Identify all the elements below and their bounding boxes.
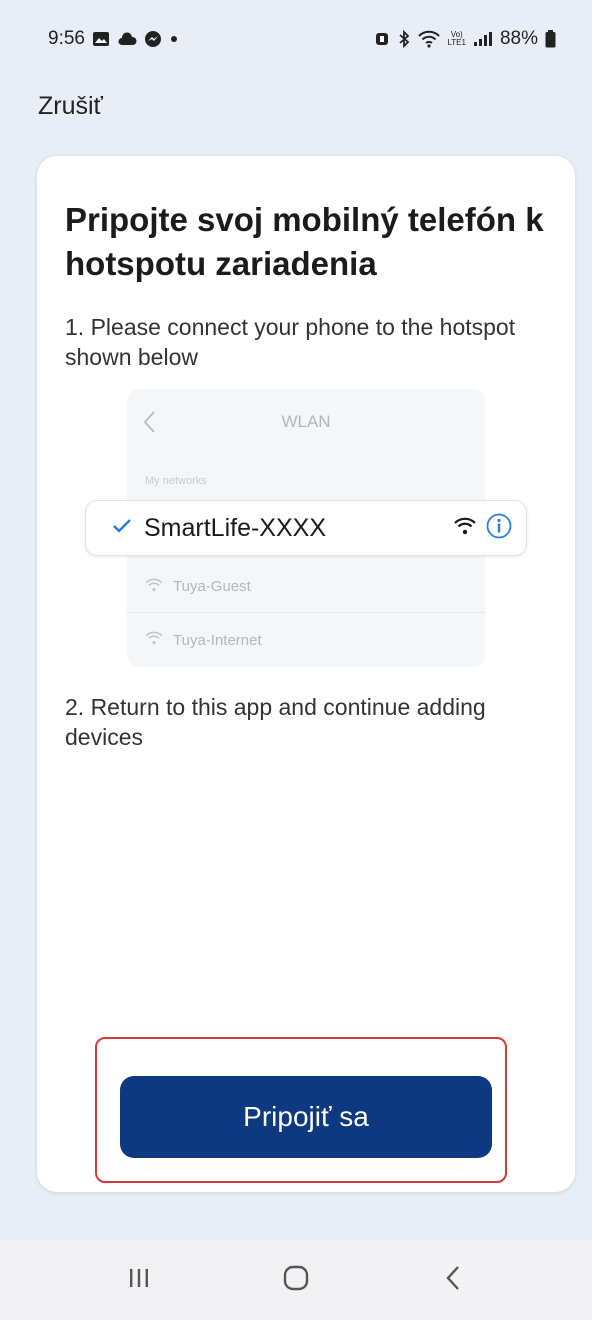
illustration-header: WLAN: [127, 389, 485, 455]
hotspot-name: SmartLife-XXXX: [144, 513, 327, 542]
notification-dot-icon: [169, 34, 179, 44]
status-left: 9:56: [48, 28, 179, 50]
info-icon: [486, 513, 512, 544]
signal-icon: [473, 31, 493, 47]
bluetooth-icon: [397, 30, 411, 48]
selected-hotspot-row: SmartLife-XXXX: [85, 500, 527, 556]
status-right: Vo) LTE1 88%: [374, 28, 556, 50]
illustration-title: WLAN: [281, 412, 331, 431]
checkmark-icon: [112, 518, 132, 539]
networks-section-label: My networks: [145, 475, 207, 487]
back-button[interactable]: [423, 1250, 483, 1310]
cancel-button[interactable]: Zrušiť: [38, 92, 103, 121]
battery-percent: 88%: [499, 28, 538, 49]
alarm-icon: [374, 31, 390, 47]
home-icon: [282, 1264, 310, 1297]
step-1-text: 1. Please connect your phone to the hots…: [65, 314, 516, 370]
navigation-bar: [0, 1240, 592, 1320]
messenger-icon: [144, 30, 162, 48]
page-title: Pripojte svoj mobilný telefón k hotspotu…: [65, 201, 544, 282]
wifi-icon: [454, 517, 476, 540]
lte-label: LTE1: [447, 38, 466, 47]
cloud-icon: [117, 32, 137, 46]
wifi-icon: [145, 578, 163, 596]
network-row: Tuya-Internet: [127, 614, 485, 666]
step-2-text: 2. Return to this app and continue addin…: [65, 694, 486, 750]
wifi-icon: [418, 30, 441, 48]
network-row: Tuya-Guest: [127, 561, 485, 613]
battery-icon: [545, 30, 556, 48]
network-name: Tuya-Internet: [173, 631, 262, 649]
gallery-icon: [92, 31, 110, 47]
status-time: 9:56: [48, 28, 85, 49]
hotspot-indicators: [454, 513, 512, 544]
connect-button[interactable]: Pripojiť sa: [120, 1076, 492, 1158]
recent-apps-button[interactable]: [109, 1250, 169, 1310]
status-bar: 9:56 Vo) LTE1 88%: [0, 0, 592, 78]
back-chevron-icon: [143, 411, 155, 438]
back-icon: [445, 1265, 461, 1296]
home-button[interactable]: [266, 1250, 326, 1310]
wifi-icon: [145, 631, 163, 649]
recent-apps-icon: [127, 1266, 151, 1295]
network-name: Tuya-Guest: [173, 578, 251, 595]
network-type-badge: Vo) LTE1: [447, 31, 466, 47]
